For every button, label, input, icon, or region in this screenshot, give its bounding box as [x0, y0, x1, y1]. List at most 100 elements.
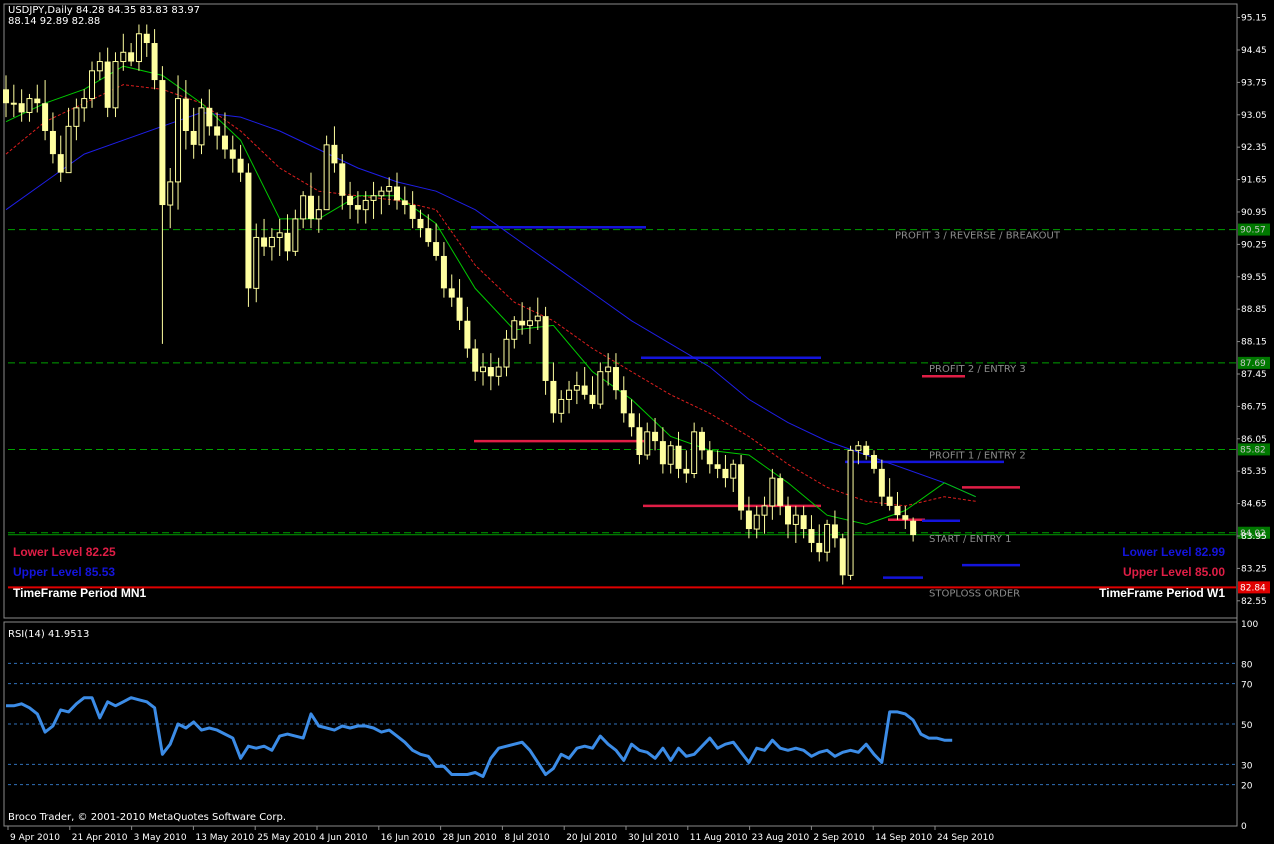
- candle-body-down: [190, 130, 197, 145]
- candle-body-up: [323, 144, 330, 211]
- candle-body-down: [878, 468, 885, 497]
- date-tick-label: 2 Sep 2010: [813, 833, 865, 843]
- candle-body-down: [409, 205, 416, 219]
- candle-body-up: [73, 107, 80, 127]
- candle[interactable]: [847, 445, 854, 580]
- candle-body-down: [659, 441, 666, 465]
- date-tick-label: 13 May 2010: [195, 833, 254, 843]
- candle-body-down: [440, 255, 447, 289]
- candle-body-down: [347, 195, 354, 206]
- candle-body-up: [503, 338, 510, 368]
- candle-body-down: [284, 232, 291, 252]
- candle-body-down: [738, 464, 745, 511]
- candle-body-down: [777, 478, 784, 506]
- candle-body-down: [886, 496, 893, 506]
- candle-body-up: [89, 70, 96, 100]
- candle-body-up: [10, 102, 17, 105]
- candle-body-down: [464, 320, 471, 349]
- price-tick-label: 94.45: [1241, 46, 1267, 56]
- candle-body-up: [847, 449, 854, 576]
- date-tick-label: 9 Apr 2010: [10, 833, 60, 843]
- candle-body-down: [3, 89, 9, 104]
- price-tick-label: 95.15: [1241, 14, 1267, 24]
- price-tick-label: 88.15: [1241, 338, 1267, 348]
- candle-body-down: [159, 80, 166, 206]
- price-tick-label: 83.95: [1241, 532, 1267, 542]
- candle-body-down: [34, 98, 41, 104]
- candle-body-down: [542, 316, 549, 381]
- candle-body-up: [378, 190, 385, 197]
- candle[interactable]: [738, 454, 745, 520]
- candle-body-down: [683, 468, 690, 474]
- candle[interactable]: [323, 135, 330, 211]
- candle-body-down: [589, 394, 596, 405]
- candle-body-up: [769, 477, 776, 507]
- rsi-title: RSI(14) 41.9513: [8, 629, 89, 640]
- date-tick-label: 16 Jun 2010: [381, 833, 435, 843]
- candle-body-up: [292, 218, 299, 252]
- level-label: PROFIT 3 / REVERSE / BREAKOUT: [895, 231, 1061, 242]
- candle-body-down: [18, 103, 25, 113]
- candle-body-down: [214, 126, 221, 136]
- rsi-tick-label: 20: [1241, 782, 1253, 792]
- date-tick-label: 14 Sep 2010: [875, 833, 932, 843]
- candle-body-down: [785, 505, 791, 525]
- level-label: START / ENTRY 1: [929, 534, 1011, 545]
- candle-body-down: [401, 200, 408, 206]
- rsi-tick-label: 50: [1241, 721, 1253, 731]
- candle-body-up: [691, 431, 698, 475]
- candle-body-down: [42, 103, 49, 131]
- date-tick-label: 20 Jul 2010: [566, 833, 617, 843]
- candle-body-up: [253, 236, 260, 289]
- candle-body-up: [644, 431, 651, 456]
- candle-body-down: [652, 431, 659, 442]
- candle-body-down: [221, 135, 228, 150]
- level-tag: 82.84: [1240, 583, 1266, 593]
- candle-body-up: [167, 181, 174, 206]
- rsi-tick-label: 0: [1241, 822, 1247, 832]
- candle-body-down: [698, 431, 705, 451]
- candle-body-down: [550, 380, 557, 414]
- forex-chart[interactable]: PROFIT 3 / REVERSE / BREAKOUT 90.57 PROFIT…: [0, 0, 1274, 844]
- left-label: Upper Level 85.53: [13, 565, 115, 579]
- candle-body-down: [151, 43, 158, 81]
- candle-body-down: [871, 454, 878, 469]
- candle-body-up: [386, 186, 393, 192]
- candle[interactable]: [245, 163, 252, 307]
- candle-body-down: [902, 515, 909, 520]
- date-tick-label: 11 Aug 2010: [690, 833, 748, 843]
- candle-body-up: [667, 445, 674, 465]
- price-tick-label: 93.75: [1241, 78, 1267, 88]
- candle-body-up: [276, 232, 283, 238]
- rsi-tick-label: 30: [1241, 761, 1253, 771]
- candle-body-up: [824, 523, 831, 553]
- price-tick-label: 91.65: [1241, 176, 1267, 186]
- chart-title: USDJPY,Daily 84.28 84.35 83.83 83.97: [8, 5, 200, 16]
- candle-body-up: [81, 98, 88, 109]
- candle-body-down: [394, 186, 400, 201]
- date-tick-label: 28 Jun 2010: [443, 833, 497, 843]
- price-tick-label: 82.55: [1241, 597, 1267, 607]
- candle-body-down: [229, 149, 236, 159]
- candle-body-down: [910, 520, 917, 536]
- candle-body-down: [49, 130, 56, 155]
- candle-body-up: [480, 366, 487, 373]
- candle-body-down: [839, 538, 846, 576]
- date-tick-label: 30 Jul 2010: [628, 833, 679, 843]
- candle-body-up: [597, 371, 604, 405]
- price-tick-label: 84.65: [1241, 500, 1267, 510]
- candle-body-down: [581, 385, 588, 395]
- candle-body-up: [511, 320, 518, 340]
- candle-body-up: [495, 366, 502, 377]
- candle[interactable]: [112, 52, 119, 118]
- candle-body-down: [675, 445, 682, 469]
- price-tick-label: 86.05: [1241, 435, 1267, 445]
- candle-body-up: [855, 445, 862, 451]
- price-tick-label: 93.05: [1241, 111, 1267, 121]
- right-label: Upper Level 85.00: [1123, 565, 1225, 579]
- rsi-tick-label: 100: [1241, 620, 1258, 630]
- price-tick-label: 83.25: [1241, 564, 1267, 574]
- candle-body-down: [745, 510, 752, 530]
- candle-body-up: [526, 320, 533, 326]
- candle-body-down: [831, 524, 838, 539]
